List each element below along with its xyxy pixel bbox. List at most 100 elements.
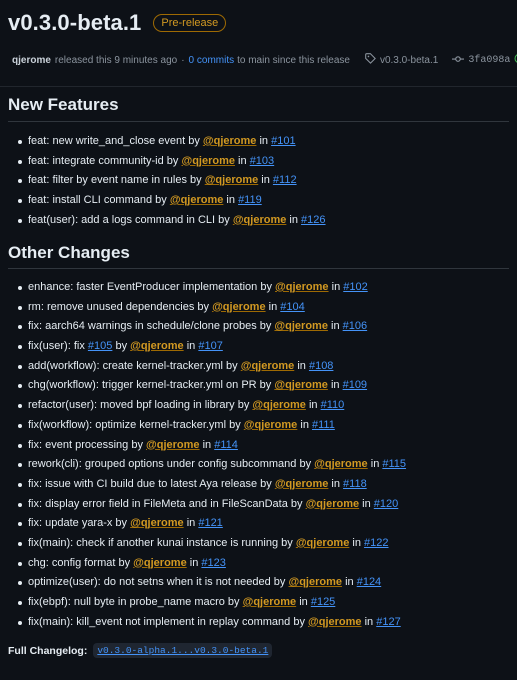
user-mention-link[interactable]: @qjerome [252, 399, 306, 411]
meta-separator: · [181, 54, 185, 66]
user-mention-link[interactable]: @qjerome [275, 281, 329, 293]
user-mention-link[interactable]: @qjerome [133, 557, 187, 569]
author-link[interactable]: qjerome [12, 55, 51, 66]
item-text: in [327, 379, 343, 392]
pull-request-link[interactable]: #111 [312, 419, 335, 431]
user-mention-link[interactable]: @qjerome [274, 379, 328, 391]
item-text: fix(main): check if another kunai instan… [28, 536, 296, 549]
user-mention-link[interactable]: @qjerome [233, 214, 287, 226]
commit-hash-link[interactable]: 3fa098a [468, 55, 510, 66]
user-mention-link[interactable]: @qjerome [306, 498, 360, 510]
item-text: fix(ebpf): null byte in probe_name macro… [28, 596, 243, 608]
list-item: chg(workflow): trigger kernel-tracker.ym… [18, 376, 513, 396]
pull-request-link[interactable]: #127 [376, 616, 400, 628]
full-changelog: Full Changelog: v0.3.0-alpha.1...v0.3.0-… [8, 643, 273, 658]
pull-request-link[interactable]: #123 [201, 557, 225, 569]
new-features-list: feat: new write_and_close event by @qjer… [18, 132, 513, 230]
list-item: fix: issue with CI build due to latest A… [18, 475, 513, 495]
list-item: fix: update yara-x by @qjerome in #121 [18, 514, 513, 534]
list-item: rm: remove unused dependencies by @qjero… [18, 298, 513, 318]
item-text: fix: issue with CI build due to latest A… [28, 477, 275, 490]
item-text: in [199, 438, 215, 451]
pull-request-link[interactable]: #121 [198, 517, 222, 529]
changelog-compare-link[interactable]: v0.3.0-alpha.1...v0.3.0-beta.1 [93, 643, 273, 658]
pull-request-link[interactable]: #125 [311, 596, 335, 608]
tag-link[interactable]: v0.3.0-beta.1 [380, 55, 438, 66]
user-mention-link[interactable]: @qjerome [181, 155, 235, 167]
user-mention-link[interactable]: @qjerome [288, 576, 342, 588]
item-text: rework(cli): grouped options under confi… [28, 458, 315, 471]
item-text: feat(user): add a logs command in CLI by [28, 213, 233, 226]
pull-request-link[interactable]: #108 [309, 360, 333, 372]
item-text: fix: event processing by [28, 438, 147, 451]
item-text: in [183, 517, 199, 530]
item-text: in [223, 194, 239, 207]
item-text: fix(user): fix [28, 340, 88, 353]
item-text: in [258, 174, 273, 187]
list-item: refactor(user): moved bpf loading in lib… [18, 396, 513, 416]
pull-request-link[interactable]: #119 [238, 194, 262, 206]
pull-request-link[interactable]: #103 [250, 155, 274, 167]
commits-link[interactable]: 0 commits [189, 55, 235, 66]
item-text: fix: display error field in FileMeta and… [28, 497, 306, 510]
user-mention-link[interactable]: @qjerome [314, 458, 368, 470]
user-mention-link[interactable]: @qjerome [308, 616, 362, 628]
user-mention-link[interactable]: @qjerome [130, 517, 184, 529]
pull-request-link[interactable]: #102 [343, 281, 367, 293]
item-text: add(workflow): create kernel-tracker.yml… [28, 359, 241, 372]
user-mention-link[interactable]: @qjerome [146, 439, 200, 451]
pull-request-link[interactable]: #104 [280, 301, 304, 313]
item-text: in [296, 596, 311, 608]
user-mention-link[interactable]: @qjerome [241, 360, 295, 372]
item-text: in [349, 536, 365, 549]
list-item: fix(ebpf): null byte in probe_name macro… [18, 593, 513, 613]
list-item: fix: display error field in FileMeta and… [18, 495, 513, 515]
pull-request-link[interactable]: #126 [301, 214, 325, 226]
list-item: feat: filter by event name in rules by @… [18, 171, 513, 191]
user-mention-link[interactable]: @qjerome [275, 478, 329, 490]
user-mention-link[interactable]: @qjerome [130, 340, 184, 352]
pull-request-link[interactable]: #109 [343, 379, 367, 391]
pull-request-link[interactable]: #114 [214, 439, 238, 451]
pull-request-link[interactable]: #112 [273, 174, 297, 186]
user-mention-link[interactable]: @qjerome [205, 174, 259, 186]
user-mention-link[interactable]: @qjerome [212, 301, 266, 313]
pull-request-link[interactable]: #101 [271, 135, 295, 147]
item-text: in [359, 497, 374, 510]
release-header: v0.3.0-beta.1 Pre-release [8, 10, 227, 36]
pull-request-link[interactable]: #122 [364, 537, 388, 549]
pull-request-link[interactable]: #124 [357, 576, 381, 588]
item-text: enhance: faster EventProducer implementa… [28, 281, 276, 293]
list-item: fix(workflow): optimize kernel-tracker.y… [18, 416, 513, 436]
tag-icon [365, 53, 376, 67]
user-mention-link[interactable]: @qjerome [296, 537, 350, 549]
item-text: feat: install CLI command by [28, 194, 170, 207]
item-text: in [183, 340, 199, 353]
list-item: fix(user): fix #105 by @qjerome in #107 [18, 337, 513, 357]
item-text: in [342, 576, 357, 589]
list-item: chg: config format by @qjerome in #123 [18, 554, 513, 574]
user-mention-link[interactable]: @qjerome [243, 596, 297, 608]
user-mention-link[interactable]: @qjerome [274, 320, 328, 332]
item-text: fix: update yara-x by [28, 517, 131, 530]
item-text: feat: filter by event name in rules by [28, 174, 205, 187]
user-mention-link[interactable]: @qjerome [203, 135, 257, 147]
item-text: in [305, 399, 321, 412]
user-mention-link[interactable]: @qjerome [244, 419, 298, 431]
item-text: by [112, 340, 131, 353]
pull-request-link[interactable]: #118 [343, 478, 367, 490]
issue-link[interactable]: #105 [88, 340, 112, 352]
pull-request-link[interactable]: #107 [198, 340, 222, 352]
user-mention-link[interactable]: @qjerome [170, 194, 224, 206]
list-item: rework(cli): grouped options under confi… [18, 455, 513, 475]
other-changes-heading: Other Changes [8, 243, 130, 262]
other-changes-list: enhance: faster EventProducer implementa… [18, 278, 513, 632]
item-text: in [367, 458, 383, 471]
pull-request-link[interactable]: #120 [374, 498, 398, 510]
released-text: released this 9 minutes ago [54, 54, 178, 66]
list-item: feat: integrate community-id by @qjerome… [18, 152, 513, 172]
pull-request-link[interactable]: #110 [321, 399, 345, 411]
pull-request-link[interactable]: #106 [343, 320, 367, 332]
pull-request-link[interactable]: #115 [382, 458, 406, 470]
list-item: feat(user): add a logs command in CLI by… [18, 211, 513, 231]
